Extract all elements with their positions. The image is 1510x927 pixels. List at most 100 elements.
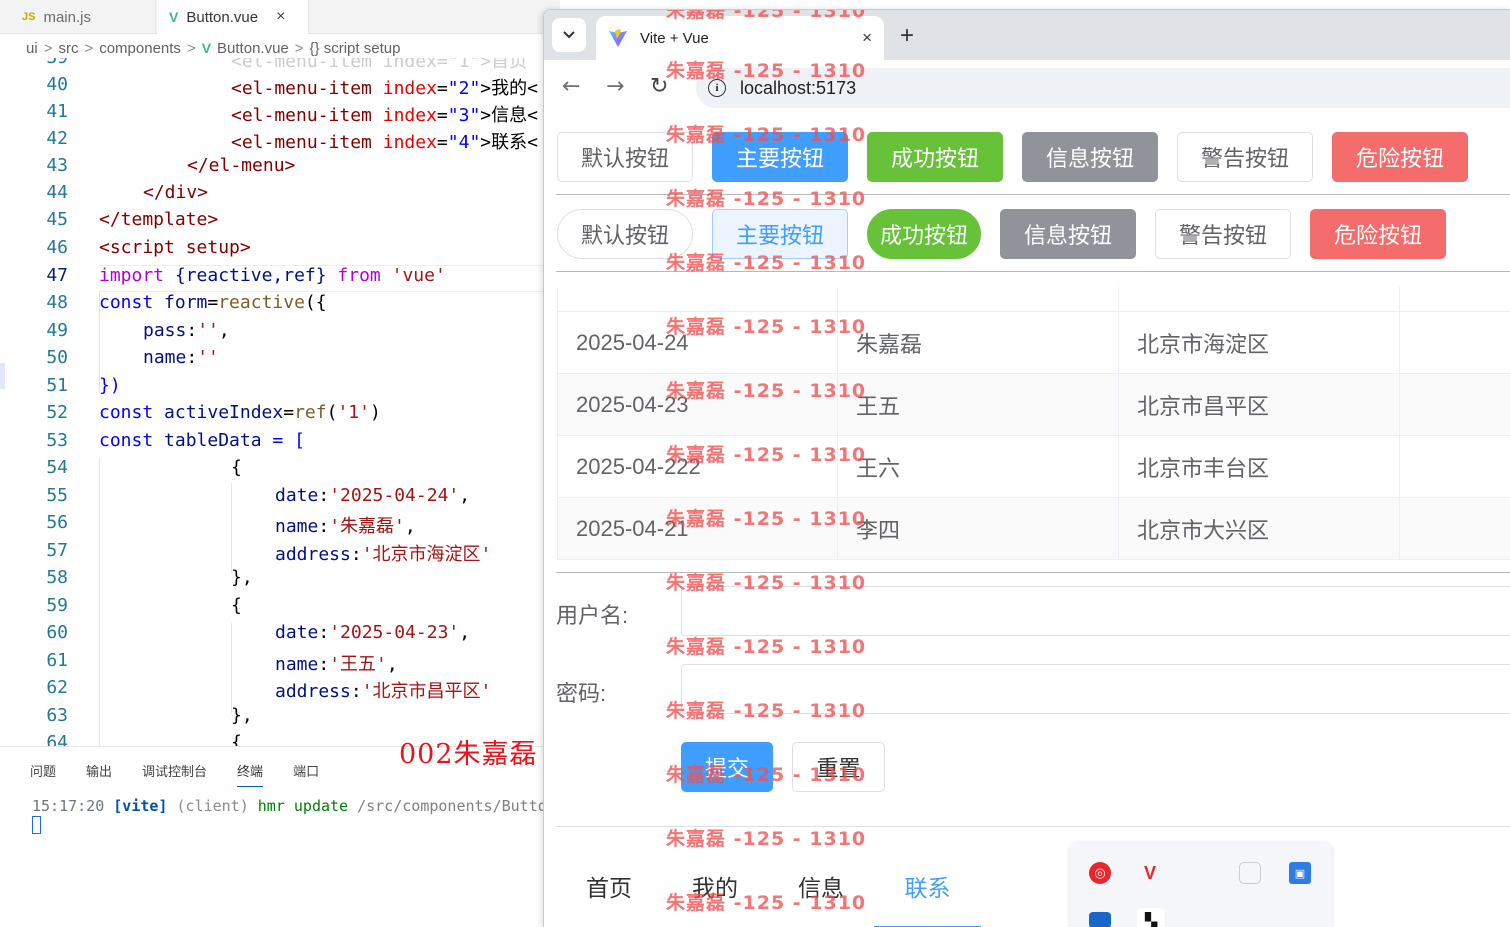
window-icon[interactable] [1239,862,1261,884]
netease-music-icon[interactable]: ◎ [1089,862,1111,884]
tab-problems[interactable]: 问题 [30,761,56,787]
shield-icon[interactable] [1089,912,1111,927]
system-tray-popup: ◎ V ▣ ▚ [1070,842,1332,927]
browser-window: Vite + Vue × + ← → ↻ i localhost:5173 默认… [543,9,1510,927]
primary-button[interactable]: 主要按钮 [712,132,848,182]
forward-arrow-icon[interactable]: → [606,74,624,99]
terminal-hmr-text: hmr update [257,797,349,815]
date-cell: 2025-04-24 [557,312,838,374]
site-info-icon[interactable]: i [708,79,726,97]
code-area[interactable]: 39<el-menu-item index="1">首页 40<el-menu-… [0,58,560,746]
vue-file-icon: V [201,40,212,56]
address-bar[interactable]: i localhost:5173 [696,68,1510,108]
menu-item-contact[interactable]: 联系 [874,849,981,927]
reload-icon[interactable]: ↻ [650,74,668,99]
table-header-cell [1400,287,1510,312]
warning-button[interactable]: 警告按钮 [1177,132,1313,182]
info-button[interactable]: 信息按钮 [1022,132,1158,182]
table-row[interactable]: 2025-04-23 王五 北京市昌平区 [557,374,1510,436]
code-line: 52 const activeIndex=ref('1') [46,402,381,423]
code-line: 57 address:'北京市海淀区' [46,540,492,565]
signature-text: 002朱嘉磊 [399,739,538,770]
terminal-time: 15:17:20 [32,797,105,815]
nav-menu: 首页 我的 信息 联系 [556,826,1510,927]
new-tab-button[interactable]: + [900,22,914,50]
close-tab-icon[interactable]: × [276,8,285,26]
code-line: 55 date:'2025-04-24', [46,485,471,506]
info-button[interactable]: 信息按钮 [1000,209,1136,259]
date-cell: 2025-04-222 [557,436,838,498]
chevron-right-icon: > [294,39,304,57]
code-line: 42 <el-menu-item index="4">联系< [46,128,538,153]
primary-plain-button[interactable]: 主要按钮 [712,209,848,259]
app-grid-icon[interactable]: ▚ [1137,908,1165,927]
success-button[interactable]: 成功按钮 [867,132,1003,182]
name-cell: 王六 [838,436,1119,498]
close-tab-icon[interactable]: × [862,28,872,48]
empty-cell [1400,374,1510,436]
menu-item-mine[interactable]: 我的 [662,849,768,927]
warning-button[interactable]: 警告按钮 [1155,209,1291,259]
code-line: 40 <el-menu-item index="2">我的< [46,74,538,99]
menu-item-info[interactable]: 信息 [768,849,874,927]
divider [556,572,1510,573]
code-line: 45 </template> [46,209,219,230]
code-line: 63}, [46,705,253,726]
editor-tab-main-js[interactable]: JS main.js [10,0,156,34]
code-line: 49 pass:'', [46,320,230,341]
breadcrumb-item[interactable]: src [58,40,78,57]
name-cell: 李四 [838,498,1119,560]
code-line: 41 <el-menu-item index="3">信息< [46,101,538,126]
breadcrumb-item[interactable]: Button.vue [217,40,289,57]
terminal-cursor [32,816,41,834]
table-row[interactable]: 2025-04-24 朱嘉磊 北京市海淀区 [557,312,1510,374]
submit-button[interactable]: 提交 [681,742,773,792]
divider [556,271,1510,272]
chevron-right-icon: > [84,39,94,57]
danger-button[interactable]: 危险按钮 [1310,209,1446,259]
address-cell: 北京市丰台区 [1119,436,1400,498]
date-cell: 2025-04-21 [557,498,838,560]
terminal-client-tag: (client) [176,797,249,815]
browser-tab-strip: Vite + Vue × + [544,10,1510,60]
tab-terminal[interactable]: 终端 [237,761,264,787]
default-round-button[interactable]: 默认按钮 [557,209,693,259]
default-button[interactable]: 默认按钮 [557,132,693,182]
address-cell: 北京市海淀区 [1119,312,1400,374]
browser-tab-vite-vue[interactable]: Vite + Vue × [596,16,884,60]
breadcrumb-item[interactable]: {} script setup [310,40,401,57]
back-arrow-icon[interactable]: ← [562,74,580,99]
code-line: 39<el-menu-item index="1">首页 [46,58,528,72]
tab-ports[interactable]: 端口 [293,761,319,787]
tab-search-button[interactable] [552,18,586,52]
table-header-cell [838,287,1119,312]
chevron-right-icon: > [43,39,53,57]
empty-cell [1400,436,1510,498]
danger-button[interactable]: 危险按钮 [1332,132,1468,182]
success-round-button[interactable]: 成功按钮 [867,209,981,259]
browser-tab-title: Vite + Vue [640,29,709,47]
code-line: 58}, [46,567,253,588]
screen-capture-icon[interactable]: ▣ [1289,862,1311,884]
menu-item-home[interactable]: 首页 [556,849,662,927]
username-input[interactable] [681,586,1510,636]
chevron-right-icon: > [186,39,196,57]
terminal-output[interactable]: 15:17:20 [vite] (client) hmr update /src… [32,797,560,815]
password-input[interactable] [681,664,1510,714]
code-line: 44 </div> [46,182,209,203]
table-row[interactable]: 2025-04-21 李四 北京市大兴区 [557,498,1510,560]
vite-logo-icon [609,29,627,47]
editor-tab-button-vue[interactable]: V Button.vue × [157,0,309,34]
panel-tab-bar: 问题 输出 调试控制台 终端 端口 [30,761,319,787]
breadcrumb-item[interactable]: ui [26,40,38,57]
reset-button[interactable]: 重置 [792,742,885,792]
code-line: 48 const form=reactive({ [46,292,327,313]
tab-output[interactable]: 输出 [86,761,112,787]
wps-icon[interactable]: V [1139,862,1161,884]
code-line: 62 address:'北京市昌平区' [46,677,492,702]
breadcrumb-item[interactable]: components [99,40,181,57]
tab-debug-console[interactable]: 调试控制台 [142,761,207,787]
table-row[interactable]: 2025-04-222 王六 北京市丰台区 [557,436,1510,498]
code-line: 60 date:'2025-04-23', [46,622,471,643]
url-text: localhost:5173 [740,77,857,98]
